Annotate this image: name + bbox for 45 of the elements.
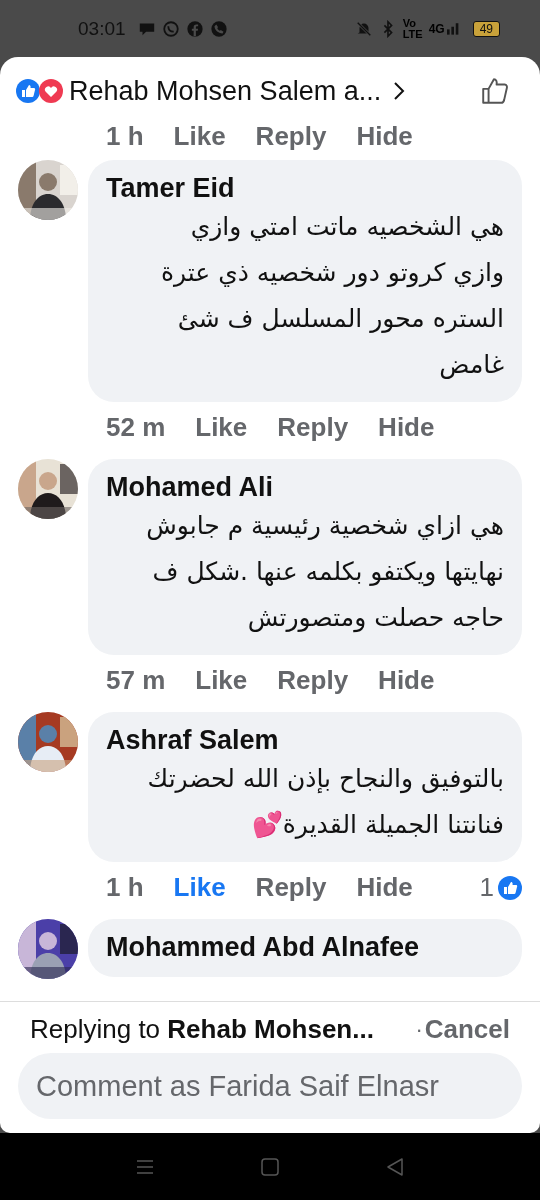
comment-text: هي ازاي شخصية رئيسية م جابوش نهايتها ويكتفو بكلمه عنها .شكل ف حاجه حصلت ومتصورتش — [145, 510, 504, 635]
comment-time: 1 h — [106, 121, 144, 152]
comment-time: 52 m — [106, 412, 166, 443]
heart-reaction-icon — [39, 79, 63, 103]
like-link[interactable]: Like — [173, 121, 226, 152]
whatsapp-icon — [161, 19, 180, 38]
comment-author[interactable]: Mohammed Abd Alnafee — [106, 931, 504, 963]
comment-time: 57 m — [106, 665, 166, 696]
back-icon[interactable] — [385, 1156, 405, 1177]
comment-text: هي الشخصيه ماتت امتي وازي وازي كروتو دور شخصيه ذي عترة الستره محور المسلسل ف شئ غامض — [159, 211, 504, 381]
reply-link[interactable]: Reply — [255, 872, 327, 903]
like-reaction-icon — [498, 875, 522, 900]
like-link[interactable]: Like — [195, 412, 248, 443]
reply-link[interactable]: Reply — [277, 665, 349, 696]
hide-link[interactable]: Hide — [356, 872, 413, 903]
separator-dot: · — [415, 1016, 423, 1043]
hide-link[interactable]: Hide — [356, 121, 413, 152]
chevron-right-icon[interactable] — [393, 81, 406, 101]
battery-indicator: 49 — [472, 20, 500, 37]
home-icon[interactable] — [260, 1156, 280, 1177]
phone-icon — [209, 19, 228, 38]
facebook-icon — [185, 19, 204, 38]
reaction-count: 1 — [479, 872, 494, 903]
mute-icon — [354, 19, 373, 38]
comment-author[interactable]: Ashraf Salem — [106, 724, 504, 756]
comment-input-field[interactable]: Comment as Farida Saif Elnasr — [18, 1053, 522, 1119]
reply-link[interactable]: Reply — [277, 412, 349, 443]
reactions-title[interactable]: Rehab Mohsen Salem a... — [69, 75, 382, 107]
volte-label: Vo LTE — [402, 17, 423, 40]
hide-link[interactable]: Hide — [378, 665, 435, 696]
like-link[interactable]: Like — [173, 872, 226, 903]
clock: 03:01 — [78, 17, 126, 40]
comment-author[interactable]: Mohamed Ali — [106, 471, 504, 503]
comment-author[interactable]: Tamer Eid — [106, 172, 504, 204]
thumbs-up-icon[interactable] — [480, 76, 510, 106]
hide-link[interactable]: Hide — [378, 412, 435, 443]
comment-time: 1 h — [106, 872, 144, 903]
network-label: 4G — [428, 21, 445, 36]
signal-icon — [446, 22, 461, 35]
reply-link[interactable]: Reply — [255, 121, 327, 152]
comment-text: بالتوفيق والنجاح بإذن الله لحضرتك فنانتنا الجميلة القديرة💕 — [146, 763, 504, 841]
replying-to-text: Replying to Rehab Mohsen... — [30, 1014, 374, 1045]
like-link[interactable]: Like — [195, 665, 248, 696]
like-reaction-icon — [16, 79, 40, 103]
cancel-button[interactable]: Cancel — [424, 1014, 510, 1045]
